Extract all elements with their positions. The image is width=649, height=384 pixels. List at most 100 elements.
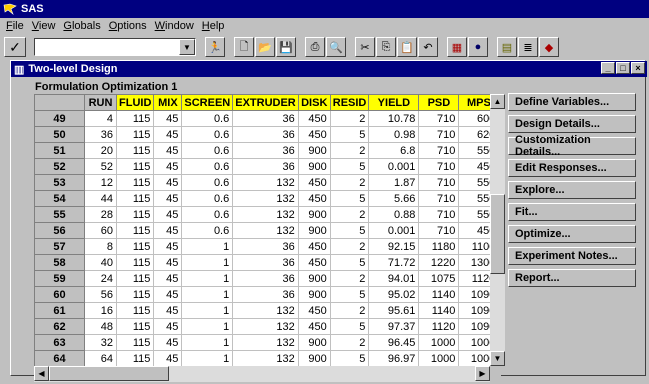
- cell-fluid[interactable]: 115: [115, 318, 155, 335]
- cell-disk[interactable]: 450: [297, 238, 331, 255]
- table-row[interactable]: 56 60 115 45 0.6 132 900 5 0.001 710 450: [34, 222, 500, 239]
- cell-resid[interactable]: 5: [329, 126, 370, 143]
- cell-yield[interactable]: 97.37: [368, 318, 420, 335]
- paste-button[interactable]: 📋: [397, 37, 417, 57]
- column-header-disk[interactable]: DISK: [297, 94, 331, 111]
- cell-screen[interactable]: 0.6: [181, 110, 234, 127]
- column-header-mix[interactable]: MIX: [153, 94, 183, 111]
- cell-mix[interactable]: 45: [153, 334, 183, 351]
- cell-yield[interactable]: 0.98: [368, 126, 420, 143]
- cell-psd[interactable]: 710: [418, 174, 460, 191]
- cell-resid[interactable]: 2: [329, 206, 370, 223]
- cell-screen[interactable]: 1: [181, 286, 234, 303]
- cell-run[interactable]: 36: [84, 126, 117, 143]
- cell-extruder[interactable]: 36: [232, 126, 299, 143]
- row-header[interactable]: 49: [34, 110, 85, 127]
- row-header[interactable]: 61: [34, 302, 85, 319]
- table-row[interactable]: 59 24 115 45 1 36 900 2 94.01 1075 1120: [34, 270, 500, 287]
- libraries-button[interactable]: ▦: [447, 37, 467, 57]
- menu-help[interactable]: Help: [202, 20, 225, 32]
- cell-screen[interactable]: 1: [181, 254, 234, 271]
- table-row[interactable]: 62 48 115 45 1 132 450 5 97.37 1120 1090: [34, 318, 500, 335]
- customization-details-button[interactable]: Customization Details...: [508, 134, 636, 158]
- cell-yield[interactable]: 95.61: [368, 302, 420, 319]
- cell-mix[interactable]: 45: [153, 238, 183, 255]
- cell-resid[interactable]: 5: [329, 318, 370, 335]
- cell-run[interactable]: 12: [84, 174, 117, 191]
- cell-mix[interactable]: 45: [153, 110, 183, 127]
- row-header[interactable]: 64: [34, 350, 85, 367]
- column-header-resid[interactable]: RESID: [329, 94, 370, 111]
- row-header[interactable]: 51: [34, 142, 85, 159]
- cell-disk[interactable]: 900: [297, 334, 331, 351]
- menu-file[interactable]: File: [6, 20, 24, 32]
- cell-psd[interactable]: 1120: [418, 318, 460, 335]
- cell-yield[interactable]: 5.66: [368, 190, 420, 207]
- optimize-button[interactable]: Optimize...: [508, 225, 636, 243]
- cell-run[interactable]: 60: [84, 222, 117, 239]
- cell-run[interactable]: 24: [84, 270, 117, 287]
- cell-extruder[interactable]: 132: [232, 302, 299, 319]
- results-button[interactable]: ▤: [497, 37, 517, 57]
- command-dropdown-button[interactable]: ▼: [179, 39, 195, 55]
- horizontal-scrollbar[interactable]: ◀ ▶: [34, 366, 490, 382]
- cell-disk[interactable]: 450: [297, 254, 331, 271]
- cell-mix[interactable]: 45: [153, 126, 183, 143]
- menu-view[interactable]: View: [32, 20, 56, 32]
- cell-disk[interactable]: 450: [297, 110, 331, 127]
- row-header[interactable]: 56: [34, 222, 85, 239]
- column-header-screen[interactable]: SCREEN: [181, 94, 234, 111]
- cell-mix[interactable]: 45: [153, 302, 183, 319]
- cell-fluid[interactable]: 115: [115, 302, 155, 319]
- cell-resid[interactable]: 2: [329, 334, 370, 351]
- menu-options[interactable]: Options: [109, 20, 147, 32]
- cell-disk[interactable]: 900: [297, 206, 331, 223]
- table-row[interactable]: 53 12 115 45 0.6 132 450 2 1.87 710 550: [34, 174, 500, 191]
- cell-resid[interactable]: 2: [329, 142, 370, 159]
- new-button[interactable]: 🗋: [234, 37, 254, 57]
- cell-extruder[interactable]: 132: [232, 350, 299, 367]
- table-row[interactable]: 49 4 115 45 0.6 36 450 2 10.78 710 600: [34, 110, 500, 127]
- cell-yield[interactable]: 95.02: [368, 286, 420, 303]
- cell-yield[interactable]: 1.87: [368, 174, 420, 191]
- table-row[interactable]: 57 8 115 45 1 36 450 2 92.15 1180 1100: [34, 238, 500, 255]
- cell-extruder[interactable]: 36: [232, 270, 299, 287]
- cell-mix[interactable]: 45: [153, 206, 183, 223]
- row-header[interactable]: 60: [34, 286, 85, 303]
- cell-mix[interactable]: 45: [153, 254, 183, 271]
- cell-resid[interactable]: 5: [329, 350, 370, 367]
- run-button[interactable]: 🏃: [205, 37, 225, 57]
- cell-psd[interactable]: 710: [418, 110, 460, 127]
- cell-resid[interactable]: 5: [329, 190, 370, 207]
- fit-button[interactable]: Fit...: [508, 203, 636, 221]
- cell-run[interactable]: 28: [84, 206, 117, 223]
- table-row[interactable]: 55 28 115 45 0.6 132 900 2 0.88 710 550: [34, 206, 500, 223]
- row-header[interactable]: 62: [34, 318, 85, 335]
- table-row[interactable]: 60 56 115 45 1 36 900 5 95.02 1140 1090: [34, 286, 500, 303]
- submit-check-button[interactable]: ✓: [4, 37, 26, 57]
- column-header-fluid[interactable]: FLUID: [115, 94, 155, 111]
- experiment-notes-button[interactable]: Experiment Notes...: [508, 247, 636, 265]
- column-header-yield[interactable]: YIELD: [368, 94, 420, 111]
- table-row[interactable]: 58 40 115 45 1 36 450 5 71.72 1220 1300: [34, 254, 500, 271]
- cell-disk[interactable]: 900: [297, 270, 331, 287]
- command-box[interactable]: ▼: [34, 38, 196, 56]
- cell-fluid[interactable]: 115: [115, 158, 155, 175]
- vertical-scrollbar[interactable]: ▲ ▼: [490, 94, 505, 366]
- print-button[interactable]: ⎙: [305, 37, 325, 57]
- cell-mix[interactable]: 45: [153, 318, 183, 335]
- restore-button[interactable]: □: [616, 62, 630, 74]
- cell-psd[interactable]: 710: [418, 222, 460, 239]
- row-header[interactable]: 54: [34, 190, 85, 207]
- cell-mix[interactable]: 45: [153, 286, 183, 303]
- cell-disk[interactable]: 450: [297, 302, 331, 319]
- minimize-button[interactable]: _: [601, 62, 615, 74]
- cell-psd[interactable]: 710: [418, 158, 460, 175]
- table-row[interactable]: 54 44 115 45 0.6 132 450 5 5.66 710 550: [34, 190, 500, 207]
- cell-psd[interactable]: 710: [418, 126, 460, 143]
- explorer-button[interactable]: ●: [468, 37, 488, 57]
- cell-yield[interactable]: 10.78: [368, 110, 420, 127]
- cell-run[interactable]: 44: [84, 190, 117, 207]
- cell-psd[interactable]: 1140: [418, 286, 460, 303]
- cell-fluid[interactable]: 115: [115, 238, 155, 255]
